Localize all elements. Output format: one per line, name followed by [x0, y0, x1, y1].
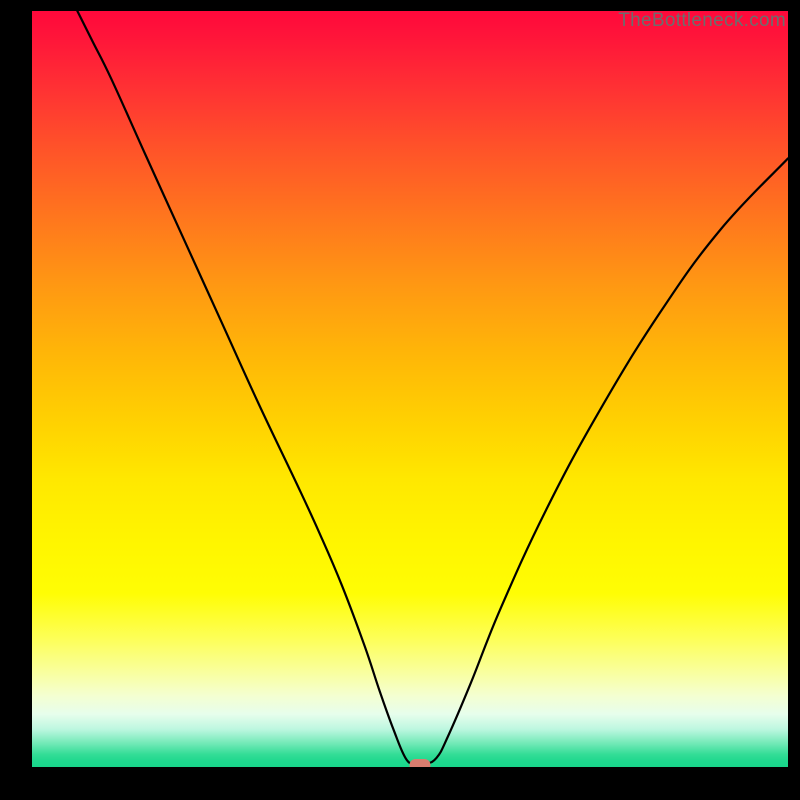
bottleneck-curve [32, 11, 788, 767]
chart-frame: TheBottleneck.com [0, 0, 800, 800]
watermark-text: TheBottleneck.com [618, 10, 786, 32]
bottleneck-marker [409, 759, 430, 767]
plot-area [32, 11, 788, 767]
